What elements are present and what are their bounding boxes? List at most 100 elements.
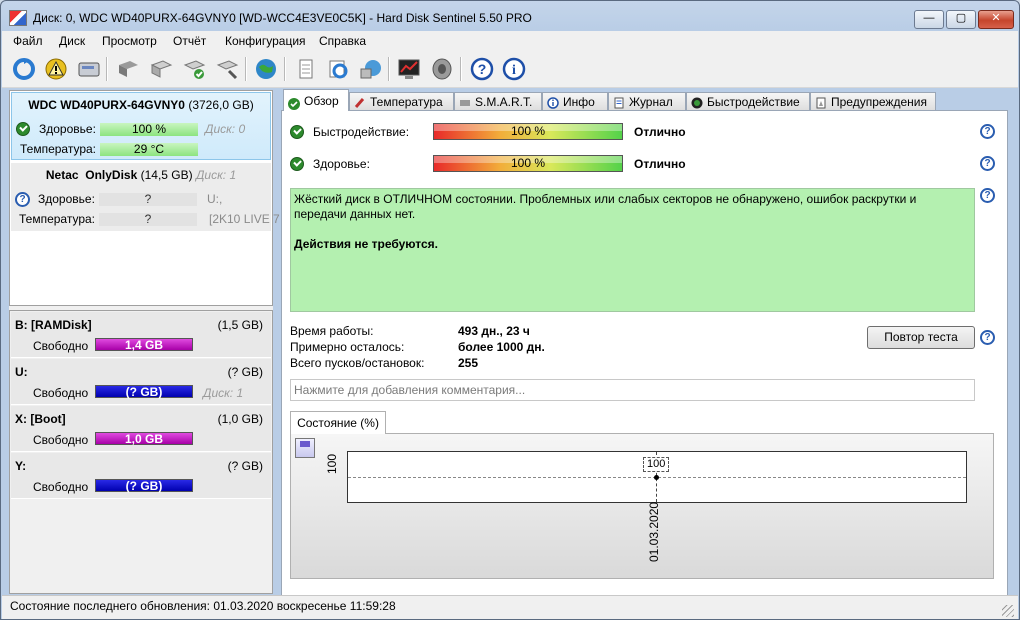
tab-smart[interactable]: S.M.A.R.T. (454, 92, 542, 110)
disk-wrench-icon[interactable] (213, 55, 241, 83)
info-icon (547, 96, 559, 109)
resize-grip[interactable] (1002, 605, 1014, 617)
tab-overview[interactable]: Обзор (283, 89, 349, 111)
tab-label: Инфо (563, 95, 595, 109)
volume-name: B: [RAMDisk] (15, 318, 92, 332)
tab-label: Обзор (304, 94, 339, 108)
data-point (654, 475, 659, 480)
free-label: Свободно (33, 480, 89, 494)
disk-list: WDC WD40PURX-64GVNY0 (3726,0 GB) Здоровь… (9, 90, 280, 306)
volume-size: (1,0 GB) (217, 412, 263, 426)
tab-temperature[interactable]: Температура (349, 92, 454, 110)
help-icon[interactable]: ? (468, 55, 496, 83)
overview-panel: Быстродействие: 100 % Отлично ? Здоровье… (281, 110, 1008, 596)
disk-capacity: (14,5 GB) (140, 168, 193, 182)
maximize-button[interactable]: ▢ (946, 10, 976, 29)
svg-text:?: ? (478, 61, 487, 77)
comment-field[interactable]: Нажмите для добавления комментария... (290, 379, 975, 401)
tab-log[interactable]: Журнал (608, 92, 686, 110)
y-tick-label: 100 (325, 453, 339, 474)
volume-name: U: (15, 365, 28, 379)
volume-list: B: [RAMDisk] (1,5 GB) Свободно 1,4 GB U:… (9, 310, 273, 594)
minimize-button[interactable]: — (914, 10, 944, 29)
help-icon[interactable]: ? (980, 124, 995, 139)
menu-bar: Файл Диск Просмотр Отчёт Конфигурация Сп… (2, 31, 1018, 51)
volume-item[interactable]: X: [Boot] (1,0 GB) Свободно 1,0 GB (11, 406, 271, 452)
health-label: Здоровье: (313, 157, 370, 171)
status-message-text: Жёсткий диск в ОТЛИЧНОМ состоянии. Пробл… (294, 192, 917, 221)
performance-bar: 100 % (433, 123, 623, 140)
tab-label: Температура (370, 95, 443, 109)
health-label: Здоровье: (38, 192, 95, 206)
help-icon[interactable]: ? (980, 330, 995, 345)
title-bar[interactable]: Диск: 0, WDC WD40PURX-64GVNY0 [WD-WCC4E3… (1, 1, 1019, 31)
refresh-icon[interactable] (10, 55, 38, 83)
globe-icon[interactable] (252, 55, 280, 83)
uptime-label: Время работы: (290, 324, 374, 338)
speedometer-icon (691, 96, 703, 109)
chart-icon[interactable] (395, 55, 423, 83)
warning-icon[interactable] (42, 55, 70, 83)
disk-card-title: WDC WD40PURX-64GVNY0 (3726,0 GB) (12, 98, 270, 112)
tab-warnings[interactable]: Предупреждения (810, 92, 936, 110)
ok-icon (290, 125, 304, 139)
app-window: Диск: 0, WDC WD40PURX-64GVNY0 [WD-WCC4E3… (0, 0, 1020, 620)
close-button[interactable]: ✕ (978, 10, 1014, 29)
ok-icon (290, 157, 304, 171)
menu-view[interactable]: Просмотр (102, 34, 157, 48)
tab-performance[interactable]: Быстродействие (686, 92, 810, 110)
disk-usb-icon[interactable] (147, 55, 175, 83)
tab-state-percent[interactable]: Состояние (%) (290, 411, 386, 434)
speaker-icon[interactable] (428, 55, 456, 83)
drive-letter: U:, (207, 192, 223, 206)
question-icon: ? (15, 192, 30, 207)
network-icon[interactable] (357, 55, 385, 83)
volume-item[interactable]: B: [RAMDisk] (1,5 GB) Свободно 1,4 GB (11, 312, 271, 358)
starts-label: Всего пусков/остановок: (290, 356, 425, 370)
volume-size: (? GB) (227, 365, 263, 379)
left-panel: WDC WD40PURX-64GVNY0 (3726,0 GB) Здоровь… (9, 90, 280, 594)
toolbar-separator (460, 57, 462, 81)
menu-file[interactable]: Файл (13, 34, 43, 48)
disk-card-0[interactable]: WDC WD40PURX-64GVNY0 (3726,0 GB) Здоровь… (11, 92, 271, 160)
info-icon[interactable]: i (500, 55, 528, 83)
disk-number: Диск: 0 (205, 122, 246, 136)
disk-grey-icon[interactable] (114, 55, 142, 83)
tab-label: Предупреждения (831, 95, 927, 109)
retest-button[interactable]: Повтор теста (867, 326, 975, 349)
disk-icon[interactable] (75, 55, 103, 83)
tab-info[interactable]: Инфо (542, 92, 608, 110)
toolbar: ? i (2, 51, 1018, 88)
health-rating: Отлично (634, 157, 686, 171)
disk-card-title: Netac OnlyDisk (14,5 GB) Диск: 1 (11, 168, 271, 182)
menu-config[interactable]: Конфигурация (225, 34, 306, 48)
status-message-action: Действия не требуются. (294, 237, 438, 251)
health-history-chart: 100 100 01.03.2020 (290, 433, 994, 579)
app-icon (9, 10, 27, 26)
report-icon[interactable] (292, 55, 320, 83)
smart-icon (459, 96, 471, 108)
uptime-value: 493 дн., 23 ч (458, 324, 530, 338)
menu-help[interactable]: Справка (319, 34, 366, 48)
help-icon[interactable]: ? (980, 156, 995, 171)
sync-icon[interactable] (324, 55, 352, 83)
disk-card-1[interactable]: Netac OnlyDisk (14,5 GB) Диск: 1 ? Здоро… (11, 163, 280, 231)
volume-size: (1,5 GB) (217, 318, 263, 332)
free-label: Свободно (33, 339, 89, 353)
temperature-bar: ? (99, 213, 197, 226)
volume-item[interactable]: Y: (? GB) Свободно (? GB) (11, 453, 271, 499)
disk-capacity: (3726,0 GB) (188, 98, 254, 112)
tab-label: Быстродействие (707, 95, 800, 109)
volume-label-note: [2K10 LIVE 7 (209, 212, 280, 226)
thermometer-icon (354, 96, 366, 108)
help-icon[interactable]: ? (980, 188, 995, 203)
menu-disk[interactable]: Диск (59, 34, 85, 48)
volume-name: X: [Boot] (15, 412, 66, 426)
disk-check-icon[interactable] (180, 55, 208, 83)
free-space-bar: 1,4 GB (95, 338, 193, 352)
disk-model: OnlyDisk (85, 168, 138, 182)
volume-item[interactable]: U: (? GB) Свободно (? GB) Диск: 1 (11, 359, 271, 405)
menu-report[interactable]: Отчёт (173, 34, 206, 48)
save-icon[interactable] (295, 438, 315, 458)
free-space-bar: 1,0 GB (95, 432, 193, 446)
